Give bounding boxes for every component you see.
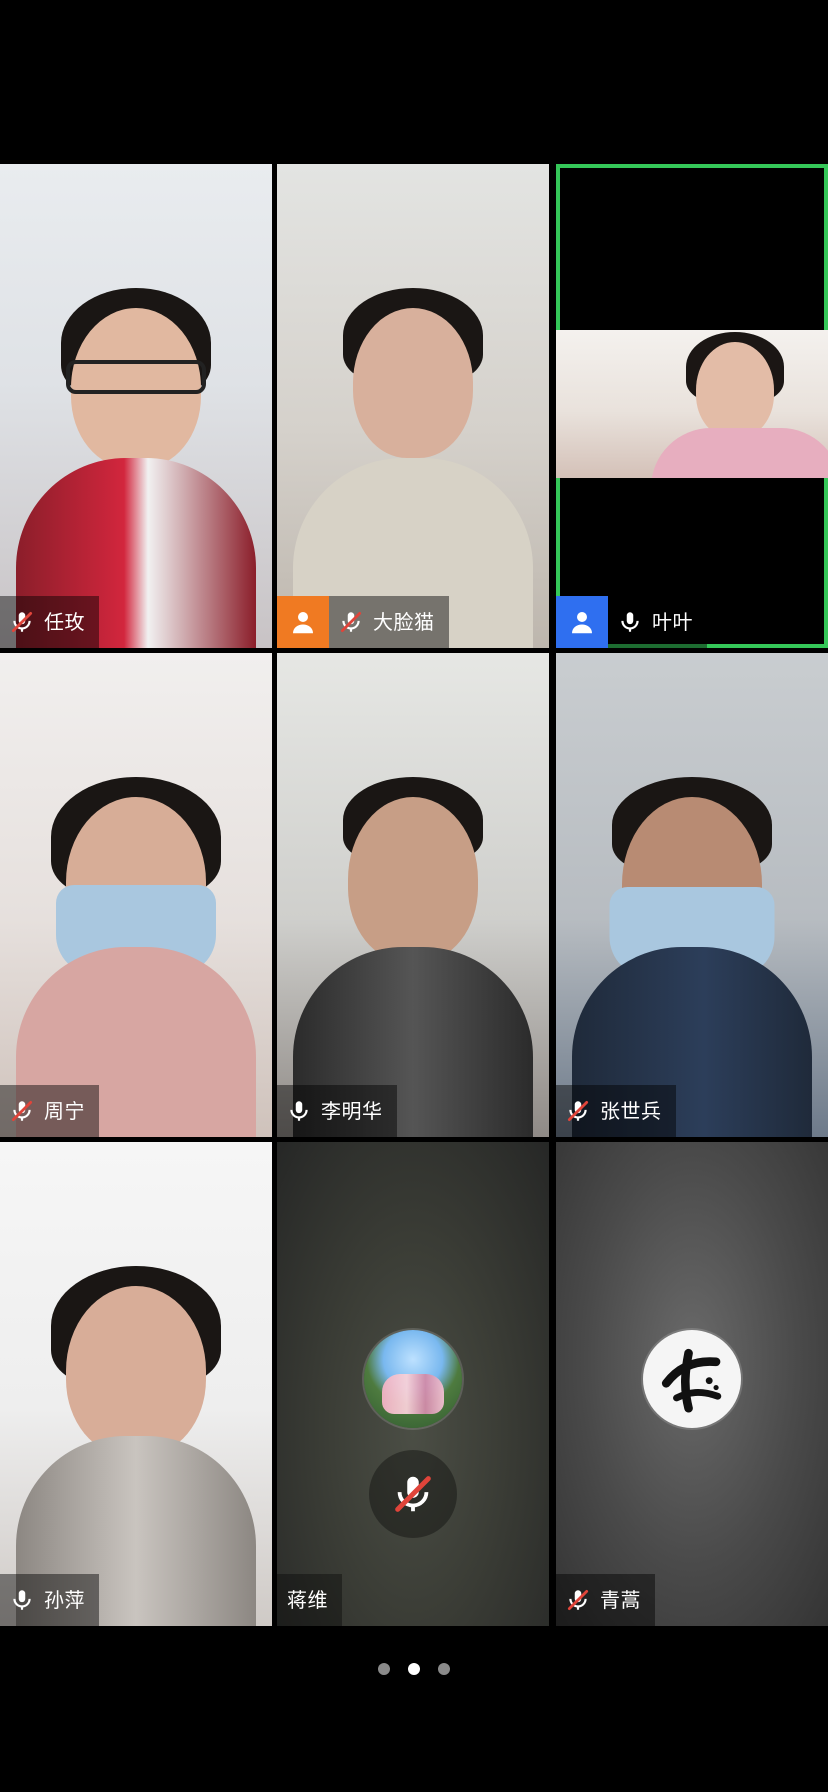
participant-name: 青蒿 (600, 1588, 641, 1612)
participant-video (293, 777, 533, 1137)
participant-tile-3[interactable]: 叶叶 (556, 164, 828, 648)
participant-name: 蒋维 (287, 1588, 328, 1612)
participant-tile-9[interactable]: 青蒿 (556, 1142, 828, 1626)
participant-tile-1[interactable]: 任玫 (0, 164, 272, 648)
page-dot-3[interactable] (438, 1663, 450, 1675)
participant-name: 任玫 (44, 610, 85, 634)
participant-avatar (643, 1330, 741, 1428)
participant-video (16, 1266, 256, 1626)
participant-video (556, 330, 828, 478)
participant-tile-7[interactable]: 孙萍 (0, 1142, 272, 1626)
participant-name: 大脸猫 (373, 610, 435, 634)
person-badge-icon (277, 596, 329, 648)
page-dot-1[interactable] (378, 1663, 390, 1675)
participant-tile-5[interactable]: 李明华 (277, 653, 549, 1137)
mic-muted-icon (369, 1450, 457, 1538)
mic-icon (0, 1574, 44, 1626)
participant-avatar (364, 1330, 462, 1428)
calligraphy-avatar-icon (661, 1348, 722, 1413)
participant-nametag: 周宁 (0, 1085, 99, 1137)
mic-icon (277, 1085, 321, 1137)
participant-name: 周宁 (44, 1099, 85, 1123)
participant-tile-2[interactable]: 大脸猫 (277, 164, 549, 648)
participant-tile-8[interactable]: 蒋维 (277, 1142, 549, 1626)
participant-nametag: 青蒿 (556, 1574, 655, 1626)
participant-nametag: 任玫 (0, 596, 99, 648)
participant-video (16, 288, 256, 648)
mic-muted-icon (556, 1085, 600, 1137)
mic-icon (608, 596, 652, 648)
participant-nametag: 张世兵 (556, 1085, 676, 1137)
participant-tile-6[interactable]: 张世兵 (556, 653, 828, 1137)
page-dot-2[interactable] (408, 1663, 420, 1675)
avatar-photo-icon (382, 1374, 444, 1414)
participant-name: 孙萍 (44, 1588, 85, 1612)
mic-muted-icon (0, 1085, 44, 1137)
video-meeting-screen: 任玫 大脸猫 叶叶 周宁 李明华 张世兵 孙萍 蒋维 青蒿 (0, 0, 828, 1792)
participant-name: 叶叶 (652, 610, 693, 634)
participant-tile-4[interactable]: 周宁 (0, 653, 272, 1137)
mic-muted-icon (0, 596, 44, 648)
participant-name: 李明华 (321, 1099, 383, 1123)
participant-video (572, 777, 812, 1137)
participant-nametag: 孙萍 (0, 1574, 99, 1626)
page-indicator[interactable] (0, 1654, 828, 1684)
participant-nametag: 李明华 (277, 1085, 397, 1137)
person-badge-icon (556, 596, 608, 648)
mic-muted-icon (556, 1574, 600, 1626)
participant-nametag: 大脸猫 (277, 596, 449, 648)
participant-video (293, 288, 533, 648)
participant-nametag: 叶叶 (556, 596, 707, 648)
participant-nametag: 蒋维 (277, 1574, 342, 1626)
participant-grid: 任玫 大脸猫 叶叶 周宁 李明华 张世兵 孙萍 蒋维 青蒿 (0, 164, 828, 1628)
mic-muted-icon (329, 596, 373, 648)
participant-name: 张世兵 (600, 1099, 662, 1123)
participant-video (16, 777, 256, 1137)
